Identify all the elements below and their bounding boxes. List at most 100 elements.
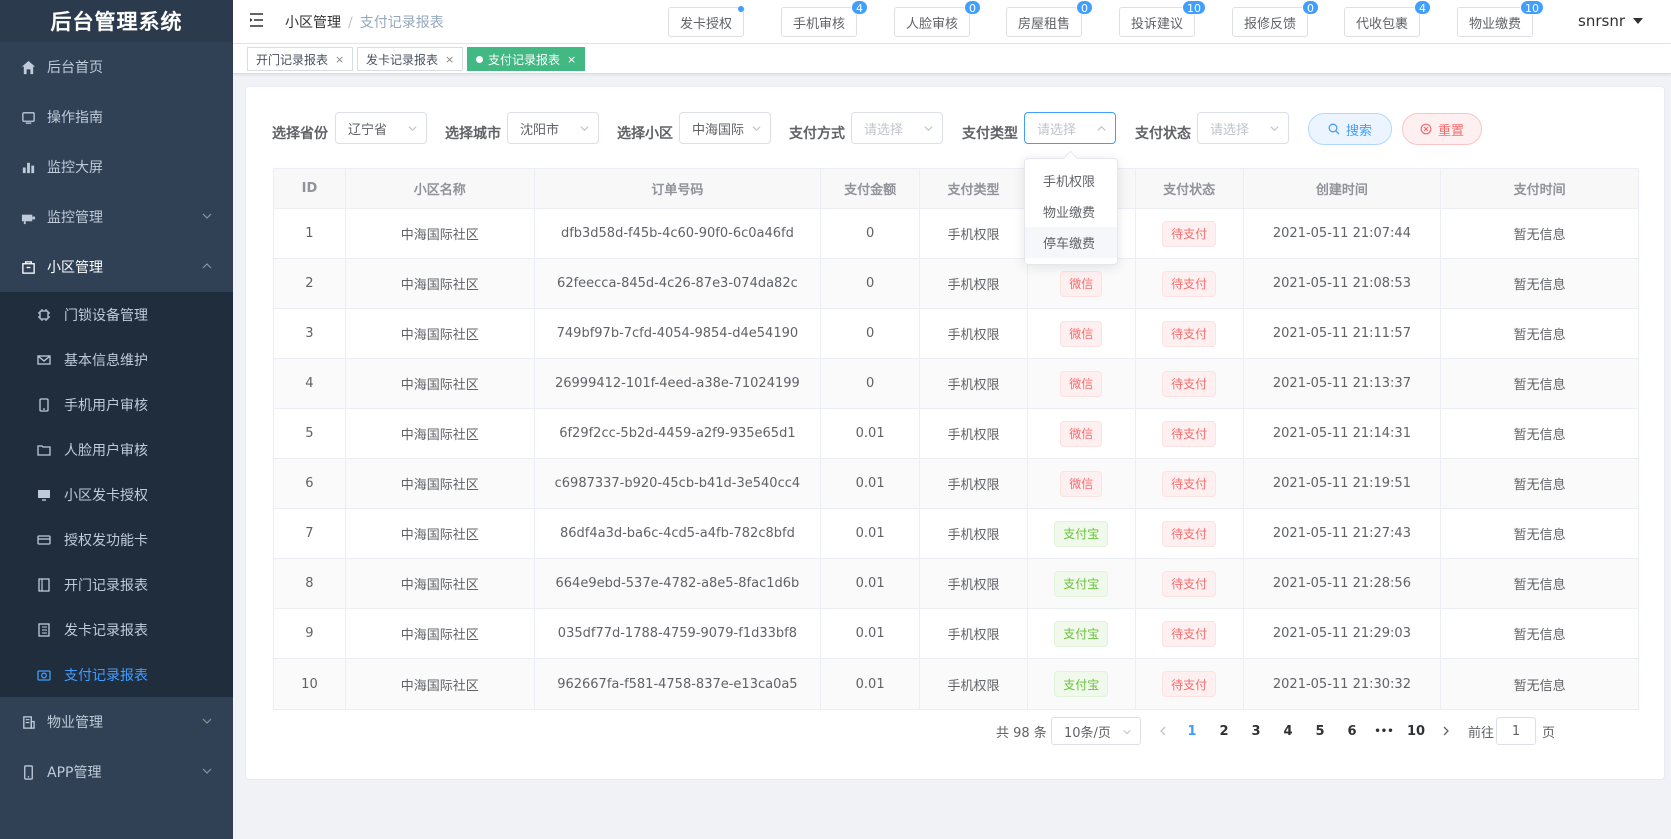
sidebar-item-label: 监控大屏 bbox=[47, 160, 103, 176]
table-row: 1 中海国际社区 dfb3d58d-f45b-4c60-90f0-6c0a46fd 0… bbox=[274, 209, 1638, 259]
sidebar-item-dashboard[interactable]: 监控大屏 bbox=[0, 142, 233, 192]
city-label: 选择城市 bbox=[445, 126, 501, 142]
tag-payment-report[interactable]: 支付记录报表 × bbox=[467, 47, 586, 71]
tag-card-report[interactable]: 发卡记录报表 × bbox=[357, 47, 464, 71]
count-badge: 0 bbox=[1076, 0, 1093, 15]
page-number[interactable]: 4 bbox=[1273, 717, 1303, 745]
sidebar-item-card-report[interactable]: 发卡记录报表 bbox=[0, 607, 233, 652]
table-cell: 中海国际社区 bbox=[346, 509, 535, 558]
face-review-button[interactable]: 人脸审核 0 bbox=[894, 0, 981, 37]
community-select[interactable]: 中海国际 bbox=[679, 112, 771, 144]
sidebar-item-door-report[interactable]: 开门记录报表 bbox=[0, 562, 233, 607]
tag-door-report[interactable]: 开门记录报表 × bbox=[247, 47, 354, 71]
more-pages-button[interactable]: ••• bbox=[1369, 717, 1399, 745]
next-page-button[interactable] bbox=[1436, 717, 1456, 745]
chevron-up-icon bbox=[1097, 125, 1106, 131]
table-cell: 手机权限 bbox=[920, 359, 1028, 408]
close-icon[interactable]: × bbox=[567, 53, 576, 66]
table-row: 10 中海国际社区 962667fa-f581-4758-837e-e13ca0a5… bbox=[274, 659, 1638, 709]
prev-page-button[interactable] bbox=[1153, 717, 1173, 745]
house-rental-button[interactable]: 房屋租售 0 bbox=[1006, 0, 1093, 37]
sidebar-item-lock-devices[interactable]: 门锁设备管理 bbox=[0, 292, 233, 337]
table-cell: 微信 bbox=[1028, 309, 1136, 358]
app-title: 后台管理系统 bbox=[0, 0, 233, 42]
sidebar-item-app[interactable]: APP管理 bbox=[0, 747, 233, 797]
sidebar-item-function-card[interactable]: 授权发功能卡 bbox=[0, 517, 233, 562]
pay-method-select[interactable]: 请选择 bbox=[851, 112, 943, 144]
close-icon[interactable]: × bbox=[335, 53, 344, 66]
dropdown-option[interactable]: 物业缴费 bbox=[1025, 196, 1117, 227]
user-menu[interactable]: snrsnr bbox=[1578, 12, 1643, 30]
notification-dot bbox=[738, 6, 744, 12]
table-cell: 中海国际社区 bbox=[346, 559, 535, 608]
chevron-down-icon bbox=[1270, 126, 1279, 132]
page-number[interactable]: 3 bbox=[1241, 717, 1271, 745]
table-cell: 中海国际社区 bbox=[346, 609, 535, 658]
sidebar-item-property[interactable]: 物业管理 bbox=[0, 697, 233, 747]
table-cell: 2021-05-11 21:13:37 bbox=[1244, 359, 1442, 408]
navbar: 小区管理 / 支付记录报表 发卡授权 手机审核 4 人脸审核 0 房屋租售 0 投诉建议 1… bbox=[233, 0, 1671, 44]
page-number[interactable]: 2 bbox=[1209, 717, 1239, 745]
sidebar-item-phone-users[interactable]: 手机用户审核 bbox=[0, 382, 233, 427]
table-cell: 2021-05-11 21:11:57 bbox=[1244, 309, 1442, 358]
parcel-button[interactable]: 代收包裹 4 bbox=[1344, 0, 1431, 37]
select-value: 沈阳市 bbox=[520, 122, 560, 138]
chevron-down-icon bbox=[202, 768, 212, 774]
select-value: 10条/页 bbox=[1064, 725, 1111, 741]
page-number[interactable]: 5 bbox=[1305, 717, 1335, 745]
tag-label: 开门记录报表 bbox=[256, 52, 329, 67]
dropdown-option[interactable]: 停车缴费 bbox=[1025, 227, 1117, 258]
province-select[interactable]: 辽宁省 bbox=[335, 112, 427, 144]
sidebar-item-guide[interactable]: 操作指南 bbox=[0, 92, 233, 142]
page-size-select[interactable]: 10条/页 bbox=[1051, 717, 1141, 745]
table-cell: 支付宝 bbox=[1028, 609, 1136, 658]
repair-feedback-button[interactable]: 报修反馈 0 bbox=[1232, 0, 1319, 37]
complaint-button[interactable]: 投诉建议 10 bbox=[1119, 0, 1206, 37]
list-icon bbox=[37, 622, 51, 637]
sidebar-item-payment-report[interactable]: 支付记录报表 bbox=[0, 652, 233, 697]
pay-status-tag: 待支付 bbox=[1162, 220, 1217, 247]
phone-review-button[interactable]: 手机审核 4 bbox=[781, 0, 868, 37]
close-icon[interactable]: × bbox=[445, 53, 454, 66]
pay-status-tag: 待支付 bbox=[1162, 620, 1217, 647]
table-cell: 待支付 bbox=[1136, 559, 1244, 608]
search-button[interactable]: 搜索 bbox=[1308, 113, 1392, 145]
username: snrsnr bbox=[1578, 12, 1625, 30]
column-header: 支付类型 bbox=[920, 169, 1028, 208]
table-cell: 手机权限 bbox=[920, 259, 1028, 308]
table-cell: 手机权限 bbox=[920, 309, 1028, 358]
select-placeholder: 请选择 bbox=[1037, 122, 1077, 138]
card-auth-button[interactable]: 发卡授权 bbox=[668, 6, 744, 37]
table-cell: 26999412-101f-4eed-a38e-71024199 bbox=[535, 359, 822, 408]
dropdown-option[interactable]: 手机权限 bbox=[1025, 165, 1117, 196]
page-number[interactable]: 6 bbox=[1337, 717, 1367, 745]
page-number[interactable]: 10 bbox=[1401, 717, 1431, 745]
button-label: 重置 bbox=[1437, 123, 1464, 139]
pay-type-select[interactable]: 请选择 bbox=[1024, 112, 1116, 144]
building-icon bbox=[20, 259, 36, 275]
breadcrumb-item[interactable]: 小区管理 bbox=[285, 15, 341, 31]
column-header: 小区名称 bbox=[346, 169, 535, 208]
pay-status-select[interactable]: 请选择 bbox=[1197, 112, 1289, 144]
sidebar-item-card-auth[interactable]: 小区发卡授权 bbox=[0, 472, 233, 517]
reset-button[interactable]: 重置 bbox=[1402, 113, 1482, 145]
page-number[interactable]: 1 bbox=[1177, 717, 1207, 745]
sidebar-item-face-users[interactable]: 人脸用户审核 bbox=[0, 427, 233, 472]
breadcrumb: 小区管理 / 支付记录报表 bbox=[285, 12, 444, 32]
table-cell: 3 bbox=[274, 309, 346, 358]
goto-page-input[interactable]: 1 bbox=[1496, 717, 1536, 745]
table-cell: 2021-05-11 21:28:56 bbox=[1244, 559, 1442, 608]
hamburger-icon[interactable] bbox=[249, 11, 267, 29]
property-fee-button[interactable]: 物业缴费 10 bbox=[1457, 0, 1544, 37]
table-row: 5 中海国际社区 6f29f2cc-5b2d-4459-a2f9-935e65d1 0… bbox=[274, 409, 1638, 459]
tag-label: 发卡记录报表 bbox=[366, 52, 439, 67]
sidebar-item-basic-info[interactable]: 基本信息维护 bbox=[0, 337, 233, 382]
table-cell: 2021-05-11 21:27:43 bbox=[1244, 509, 1442, 558]
sidebar-item-monitor[interactable]: 监控管理 bbox=[0, 192, 233, 242]
city-select[interactable]: 沈阳市 bbox=[507, 112, 599, 144]
pay-type-label: 支付类型 bbox=[962, 126, 1018, 142]
sidebar-item-home[interactable]: 后台首页 bbox=[0, 42, 233, 92]
sidebar-item-community[interactable]: 小区管理 bbox=[0, 242, 233, 292]
active-dot bbox=[476, 55, 483, 63]
table-cell: 035df77d-1788-4759-9079-f1d33bf8 bbox=[535, 609, 822, 658]
